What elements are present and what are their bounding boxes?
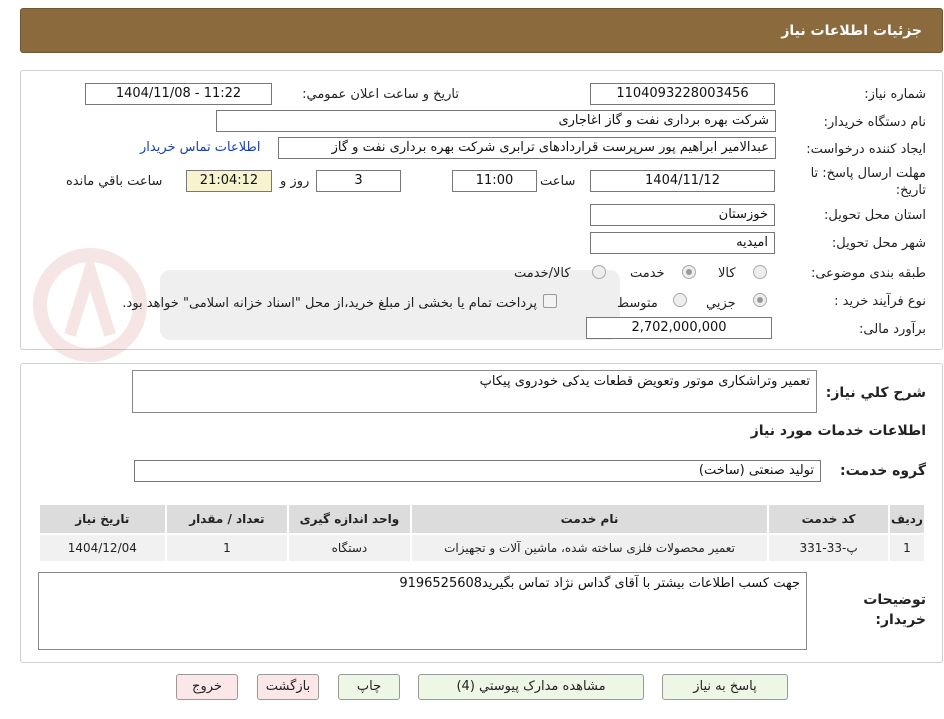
days-label: روز و [280,174,310,189]
budget-field: 2,702,000,000 [586,317,772,339]
category-goods-service-radio[interactable] [592,265,606,279]
category-service-label: خدمت [630,266,665,281]
category-goods-label: کالا [718,266,736,281]
buyer-notes-label: توضيحات خريدار: [863,592,926,628]
category-goods-radio[interactable] [753,265,767,279]
budget-label: برآورد مالی: [859,322,926,337]
remaining-time-field: 21:04:12 [186,170,272,192]
category-goods-service-label: کالا/خدمت [514,266,571,281]
back-button[interactable]: بازگشت [257,674,319,700]
announce-date-field: 1404/11/08 - 11:22 [85,83,272,105]
process-medium-radio[interactable] [673,293,687,307]
treasury-payment-checkbox[interactable] [543,294,557,308]
cell-row-number: 1 [887,533,927,563]
buyer-contact-link[interactable]: اطلاعات تماس خريدار [140,140,260,155]
cell-need-date: 1404/12/04 [38,533,167,563]
print-button[interactable]: چاپ [338,674,400,700]
page-title-bar: جزئیات اطلاعات نیاز [20,8,943,53]
category-service-radio[interactable] [682,265,696,279]
cell-service-code: پ-33-331 [767,533,890,563]
requester-field: عبدالامیر ابراهیم پور سرپرست قراردادهای … [278,137,776,159]
col-quantity: تعداد / مقدار [164,503,290,535]
category-label: طبقه بندی موضوعی: [810,266,926,281]
table-row: 1 پ-33-331 تعمیر محصولات فلزی ساخته شده،… [38,533,927,563]
buyer-org-label: نام دستگاه خريدار: [823,115,926,130]
col-row-number: رديف [887,503,927,535]
need-number-field: 1104093228003456 [590,83,775,105]
cell-unit: دستگاه [287,533,412,563]
services-table: رديف کد خدمت نام خدمت واحد اندازه گيری ت… [38,503,927,563]
process-label: نوع فرآیند خرید : [834,294,926,309]
buyer-notes-field: جهت کسب اطلاعات بیشتر با آقای گداس نژاد … [38,572,807,650]
deadline-date-field: 1404/11/12 [590,170,775,192]
province-label: استان محل تحویل: [824,208,926,223]
province-field: خوزستان [590,204,775,226]
view-attachments-button[interactable]: مشاهده مدارک پيوستي (4) [418,674,644,700]
cell-service-name: تعمیر محصولات فلزی ساخته شده، ماشین آلات… [409,533,770,563]
process-medium-label: متوسط [617,296,658,311]
deadline-time-field: 11:00 [452,170,537,192]
requester-label: ايجاد کننده درخواست: [806,142,926,157]
summary-field: تعمیر وتراشکاری موتور وتعویض قطعات یدکی … [132,370,817,413]
services-section-title: اطلاعات خدمات مورد نياز [750,423,926,439]
buyer-org-field: شرکت بهره برداری نفت و گاز اغاجاری [216,110,776,132]
summary-label: شرح کلي نياز: [825,385,926,401]
col-need-date: تاريخ نياز [38,503,167,535]
table-header-row: رديف کد خدمت نام خدمت واحد اندازه گيری ت… [38,503,927,535]
need-number-label: شماره نیاز: [864,87,926,102]
deadline-label: مهلت ارسال پاسخ: تا تاریخ: [810,166,926,198]
col-service-code: کد خدمت [767,503,890,535]
city-field: امیدیه [590,232,775,254]
service-group-field: تولید صنعتی (ساخت) [134,460,821,482]
page-title: جزئیات اطلاعات نیاز [781,23,922,39]
cell-quantity: 1 [164,533,290,563]
exit-button[interactable]: خروج [176,674,238,700]
service-group-label: گروه خدمت: [840,463,926,479]
col-service-name: نام خدمت [409,503,770,535]
process-minor-label: جزیي [706,296,736,311]
deadline-time-label: ساعت [540,174,576,189]
treasury-payment-note: پرداخت تمام یا بخشی از مبلغ خرید،از محل … [122,296,537,311]
process-minor-radio[interactable] [753,293,767,307]
col-unit: واحد اندازه گيری [287,503,412,535]
announce-date-label: تاریخ و ساعت اعلان عمومي: [302,87,459,102]
days-field: 3 [316,170,401,192]
city-label: شهر محل تحویل: [831,236,926,251]
reply-button[interactable]: پاسخ به نياز [662,674,788,700]
remaining-time-label: ساعت باقي مانده [66,174,163,189]
